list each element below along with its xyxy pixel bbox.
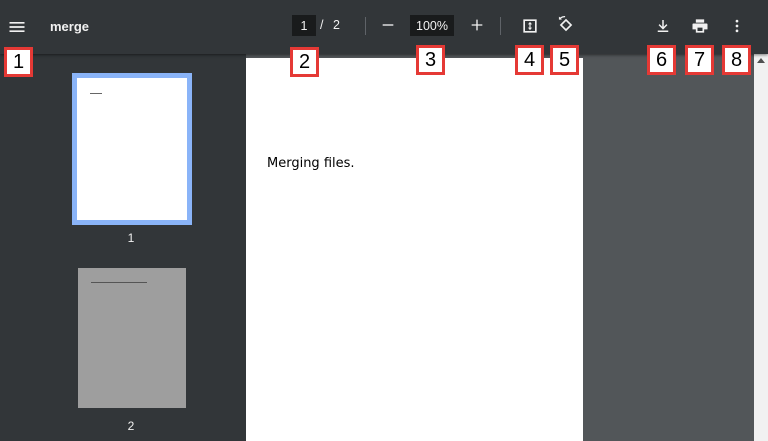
fit-to-page-button[interactable] xyxy=(518,14,542,38)
thumbnail-text-line xyxy=(90,93,102,94)
toolbar-divider xyxy=(500,17,501,35)
annotation-badge-1: 1 xyxy=(4,47,33,77)
page-separator: / xyxy=(320,18,324,32)
document-viewer[interactable]: Merging files. xyxy=(246,54,768,441)
document-page: Merging files. xyxy=(246,58,583,441)
annotation-badge-4: 4 xyxy=(515,45,544,75)
print-button[interactable] xyxy=(688,14,712,38)
annotation-badge-7: 7 xyxy=(685,45,714,75)
page-number-input[interactable]: 1 xyxy=(292,15,316,36)
annotation-badge-5: 5 xyxy=(550,45,579,75)
more-options-button[interactable] xyxy=(725,14,749,38)
pdf-viewer-window: merge 1 / 2 100% 1 2 Merging files. 1 2 … xyxy=(0,0,768,441)
rotate-icon xyxy=(558,15,573,32)
fit-to-page-icon xyxy=(523,19,537,33)
toolbar-divider xyxy=(365,17,366,35)
more-vert-icon xyxy=(735,19,739,33)
zoom-input[interactable]: 100% xyxy=(410,15,454,36)
download-button[interactable] xyxy=(651,14,675,38)
annotation-badge-8: 8 xyxy=(722,45,751,75)
download-icon xyxy=(657,20,669,32)
thumbnail-label-1: 1 xyxy=(127,231,135,245)
minus-icon xyxy=(382,24,394,26)
rotate-button[interactable] xyxy=(554,13,578,37)
thumbnail-label-2: 2 xyxy=(127,419,135,433)
hamburger-icon xyxy=(9,22,25,32)
zoom-in-button[interactable] xyxy=(466,14,488,36)
annotation-badge-3: 3 xyxy=(416,45,445,75)
page-thumbnail-2[interactable] xyxy=(78,268,186,408)
page-total: 2 xyxy=(333,18,340,32)
thumbnail-text-line xyxy=(91,282,147,283)
page-text: Merging files. xyxy=(267,156,355,171)
scroll-up-arrow-icon[interactable] xyxy=(757,58,765,63)
plus-icon xyxy=(471,19,483,31)
menu-button[interactable] xyxy=(4,14,30,40)
vertical-scrollbar[interactable] xyxy=(754,54,768,441)
document-title: merge xyxy=(50,19,90,34)
page-thumbnail-1[interactable] xyxy=(72,73,192,225)
print-icon xyxy=(692,19,708,33)
annotation-badge-6: 6 xyxy=(647,45,676,75)
annotation-badge-2: 2 xyxy=(290,47,319,77)
zoom-out-button[interactable] xyxy=(377,14,399,36)
